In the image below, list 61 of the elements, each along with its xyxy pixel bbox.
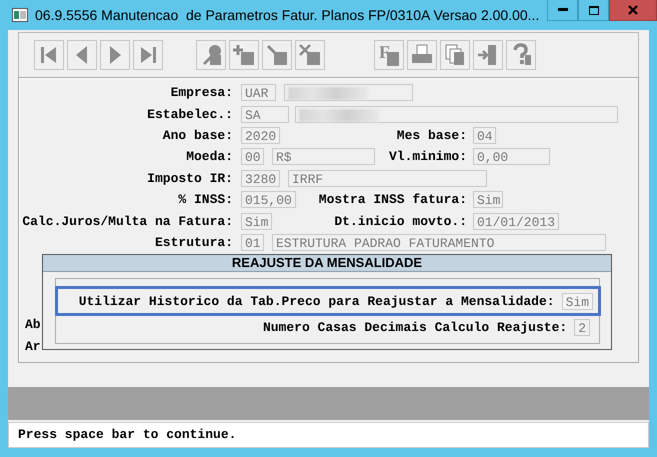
- field-label: Ar: [24, 338, 41, 354]
- field-label: Utilizar Historico da Tab.Preco para Reajustar a Mensalidade:: [78, 294, 555, 308]
- input-field[interactable]: SA: [241, 106, 289, 123]
- field-label: Vl.minimo:: [388, 149, 467, 164]
- input-field[interactable]: Sim: [241, 212, 272, 230]
- field-label: Moeda:: [185, 149, 233, 164]
- input-field[interactable]: [284, 84, 413, 102]
- pencil-icon: [264, 42, 290, 68]
- toolbar-button[interactable]: [229, 40, 259, 70]
- toolbar-button[interactable]: [473, 40, 503, 70]
- input-field[interactable]: ESTRUTURA PADRAO FATURAMENTO: [272, 234, 606, 251]
- toolbar-button[interactable]: [133, 40, 163, 70]
- input-field[interactable]: IRRF: [288, 170, 487, 187]
- delete-icon: [297, 42, 323, 68]
- minimize-icon: [558, 8, 568, 12]
- minimize-button[interactable]: [547, 0, 578, 21]
- toolbar-button[interactable]: [196, 40, 226, 70]
- field-label: Dt.inicio movto.:: [334, 214, 467, 229]
- toolbar-button[interactable]: [407, 40, 437, 70]
- add-icon: [231, 42, 257, 68]
- input-field[interactable]: R$: [272, 148, 375, 166]
- close-icon: [628, 5, 638, 15]
- input-field[interactable]: 01/01/2013: [473, 212, 559, 230]
- toolbar-button[interactable]: [100, 40, 130, 70]
- input-field[interactable]: 3280: [241, 170, 280, 187]
- field-label: Estabelec.:: [146, 106, 233, 122]
- field-label: Numero Casas Decimais Calculo Reajuste:: [262, 320, 568, 335]
- field-label: Empresa:: [170, 85, 233, 100]
- app-icon: [12, 8, 28, 22]
- input-field[interactable]: UAR: [241, 84, 276, 102]
- input-field[interactable]: Sim: [473, 191, 503, 208]
- input-field[interactable]: 2: [574, 319, 590, 336]
- input-field[interactable]: 04: [473, 126, 496, 144]
- input-field[interactable]: 00: [241, 148, 264, 166]
- toolbar-button[interactable]: [262, 40, 292, 70]
- toolbar-button[interactable]: [440, 40, 470, 70]
- field-label: Mostra INSS fatura:: [318, 192, 467, 208]
- status-bar: Press space bar to continue.: [8, 422, 649, 448]
- toolbar-button[interactable]: [34, 40, 64, 70]
- maximize-button[interactable]: [578, 0, 609, 21]
- close-button[interactable]: [609, 0, 657, 21]
- input-field[interactable]: 2020: [241, 126, 280, 144]
- window-title: 06.9.5556 Manutencao de Parametros Fatur. Planos FP/0310A Versao 2.00.00...: [35, 7, 540, 23]
- field-label: Ab: [24, 317, 41, 332]
- field-label: Mes base:: [396, 128, 467, 143]
- field-label: Calc.Juros/Multa na Fatura:: [21, 214, 233, 229]
- field-label: % INSS:: [177, 192, 233, 208]
- toolbar-button[interactable]: [295, 40, 325, 70]
- toolbar-button[interactable]: [506, 40, 536, 70]
- field-label: Estrutura:: [154, 234, 233, 250]
- dialog-title: REAJUSTE DA MENSALIDADE: [43, 255, 611, 272]
- field-label: Imposto IR:: [146, 170, 233, 186]
- input-field[interactable]: Sim: [562, 292, 593, 310]
- field-label: Ano base:: [162, 128, 233, 143]
- toolbar-button[interactable]: [67, 40, 97, 70]
- maximize-icon: [588, 6, 598, 14]
- input-field[interactable]: 015,00: [241, 191, 296, 208]
- input-field[interactable]: [295, 106, 618, 123]
- toolbar-button[interactable]: F: [374, 40, 404, 70]
- input-field[interactable]: 01: [241, 234, 264, 251]
- input-field[interactable]: 0,00: [473, 148, 550, 166]
